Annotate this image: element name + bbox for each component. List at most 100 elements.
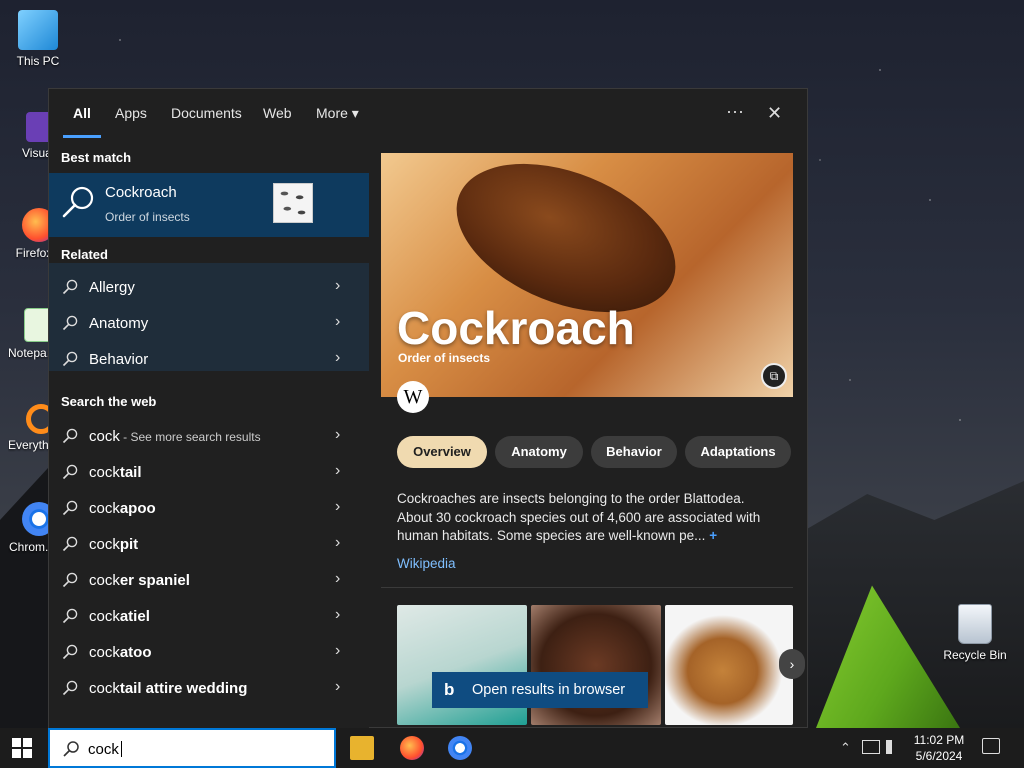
search-icon [62, 536, 78, 552]
search-icon [62, 644, 78, 660]
network-icon[interactable] [862, 740, 880, 754]
web-result-suffix: pit [119, 536, 139, 553]
search-icon [62, 315, 78, 331]
chevron-right-icon: › [335, 570, 341, 587]
desktop-icon-this-pc[interactable]: This PC [6, 10, 70, 68]
related-item-label: Behavior [89, 351, 149, 368]
web-result-label: cocker spaniel [89, 572, 190, 589]
web-result-prefix: cock [89, 500, 120, 517]
preview-pane: Cockroach Order of insects ⧉ W Overview … [381, 153, 805, 729]
web-result-suffix: atoo [119, 644, 152, 661]
desktop-icon-label: Recycle Bin [943, 648, 1007, 662]
divider [381, 587, 793, 588]
preview-subtitle: Order of insects [398, 351, 491, 365]
firefox-icon[interactable] [400, 736, 424, 760]
web-result-item[interactable]: cocktail attire wedding › [49, 670, 369, 706]
best-match-heading: Best match [61, 150, 132, 165]
web-result-label: cocktail [89, 464, 142, 481]
web-result-item[interactable]: cockpit › [49, 526, 369, 562]
chevron-right-icon: › [335, 606, 341, 623]
web-result-suffix: tail attire wedding [119, 680, 248, 697]
related-item-label: Allergy [89, 279, 135, 296]
pill-anatomy[interactable]: Anatomy [495, 436, 583, 468]
related-item-anatomy[interactable]: Anatomy › [49, 305, 369, 341]
related-heading: Related [61, 247, 108, 262]
clock-time: 11:02 PM [913, 733, 965, 747]
file-explorer-icon[interactable] [350, 736, 374, 760]
search-icon [62, 279, 78, 295]
tab-all[interactable]: All [73, 105, 91, 121]
results-list: Best match Cockroach Order of insects Re… [49, 139, 369, 729]
related-item-behavior[interactable]: Behavior › [49, 341, 369, 377]
chrome-icon[interactable] [448, 736, 472, 760]
open-results-in-browser-button[interactable]: b Open results in browser [432, 672, 648, 708]
web-result-query: cock [89, 428, 120, 445]
search-icon [62, 464, 78, 480]
web-result-prefix: cock [89, 536, 120, 553]
best-match-subtitle: Order of insects [105, 210, 190, 224]
notifications-icon[interactable] [982, 738, 1000, 754]
search-icon [62, 351, 78, 367]
preview-hero-image: Cockroach Order of insects ⧉ [381, 153, 793, 397]
pill-overview[interactable]: Overview [397, 436, 487, 468]
web-result-suffix: atiel [119, 608, 150, 625]
expand-description-icon[interactable]: + [709, 528, 717, 543]
best-match-title: Cockroach [105, 184, 177, 201]
search-icon [63, 741, 79, 757]
active-tab-indicator [63, 135, 101, 138]
image-thumbnail-3[interactable] [665, 605, 793, 725]
desktop-icon-recycle-bin[interactable]: Recycle Bin [938, 604, 1012, 662]
chevron-right-icon: › [335, 426, 341, 443]
search-icon [62, 680, 78, 696]
pill-adaptations[interactable]: Adaptations [685, 436, 791, 468]
web-result-prefix: cock [89, 608, 120, 625]
chevron-right-icon: › [335, 277, 341, 294]
web-result-prefix: cock [89, 464, 120, 481]
chevron-right-icon: › [335, 498, 341, 515]
web-result-item[interactable]: cockatoo › [49, 634, 369, 670]
search-panel: All Apps Documents Web More ▾ ··· ✕ Best… [48, 88, 808, 729]
tab-more[interactable]: More ▾ [316, 105, 359, 122]
show-hidden-icons[interactable]: ⌃ [840, 740, 851, 756]
chevron-right-icon: › [335, 462, 341, 479]
web-result-label: cocktail attire wedding [89, 680, 247, 697]
web-result-label: cockapoo [89, 500, 156, 517]
search-icon [62, 608, 78, 624]
preview-title: Cockroach [397, 302, 635, 354]
next-images-icon[interactable]: › [779, 649, 805, 679]
taskbar: cock ⌃ 11:02 PM 5/6/2024 [0, 728, 1024, 768]
web-result-label: cockatiel [89, 608, 150, 625]
web-result-suffix: er spaniel [119, 572, 190, 589]
taskbar-search-input[interactable]: cock [48, 728, 336, 768]
tab-apps[interactable]: Apps [115, 105, 147, 121]
volume-muted-icon[interactable] [886, 740, 902, 754]
web-result-prefix: cock [89, 572, 120, 589]
search-tabs: All Apps Documents Web More ▾ ··· ✕ [49, 89, 807, 139]
more-options-icon[interactable]: ··· [726, 101, 744, 122]
pill-behavior[interactable]: Behavior [591, 436, 677, 468]
system-clock[interactable]: 11:02 PM 5/6/2024 [904, 732, 974, 764]
tab-more-label: More [316, 105, 348, 121]
search-icon [62, 500, 78, 516]
web-result-item[interactable]: cockatiel › [49, 598, 369, 634]
tab-web[interactable]: Web [263, 105, 292, 121]
web-result-suffix: apoo [119, 500, 156, 517]
search-web-heading: Search the web [61, 394, 157, 409]
close-icon[interactable]: ✕ [767, 103, 782, 124]
web-result-item[interactable]: cocker spaniel › [49, 562, 369, 598]
web-result-label: cockatoo [89, 644, 152, 661]
expand-image-icon[interactable]: ⧉ [761, 363, 787, 389]
description-text: Cockroaches are insects belonging to the… [397, 491, 761, 543]
web-result-cock[interactable]: cock - See more search results › [49, 418, 369, 454]
wikipedia-link[interactable]: Wikipedia [397, 556, 456, 571]
preview-description: Cockroaches are insects belonging to the… [397, 490, 781, 546]
web-result-item[interactable]: cocktail › [49, 454, 369, 490]
related-item-allergy[interactable]: Allergy › [49, 269, 369, 305]
search-query-text: cock [88, 741, 122, 758]
windows-start-icon[interactable] [12, 738, 32, 758]
open-results-label: Open results in browser [472, 682, 626, 698]
bing-icon: b [444, 680, 455, 699]
web-result-item[interactable]: cockapoo › [49, 490, 369, 526]
tab-documents[interactable]: Documents [171, 105, 242, 121]
best-match-item[interactable]: Cockroach Order of insects [49, 173, 369, 237]
